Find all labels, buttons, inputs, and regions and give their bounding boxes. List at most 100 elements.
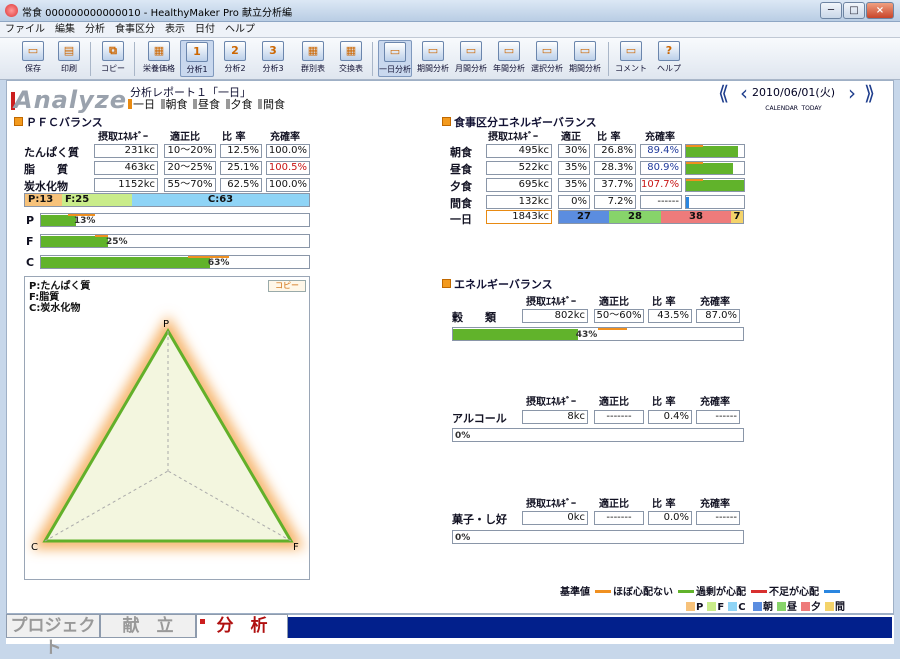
tab-project[interactable]: プロジェクト — [6, 614, 100, 658]
energy-header-rate: 充確率 — [700, 297, 730, 308]
comment-icon: ▭ — [620, 41, 642, 61]
energy-row-label: 穀 類 — [452, 311, 496, 324]
meal-ratio-cell: 28.3% — [594, 161, 636, 175]
yearly-analysis-button[interactable]: ▭ 年間分析 — [492, 40, 526, 77]
exchange-table-button[interactable]: ▦ 交換表 — [334, 40, 368, 77]
meal-std-cell: 30% — [558, 144, 590, 158]
pfc-segment-f: F:25 — [62, 194, 132, 206]
calendar-button[interactable]: CALENDAR — [765, 105, 798, 112]
toolbar-separator — [90, 42, 91, 76]
analysis1-icon: 1 — [186, 42, 208, 62]
tab-menu[interactable]: 献 立 — [100, 614, 196, 638]
nutrition-value-button[interactable]: ▦ 栄養価格 — [142, 40, 176, 77]
meal-ratio-cell: 7.2% — [594, 195, 636, 209]
nutrition-icon: ▦ — [148, 41, 170, 61]
energy-ratio-cell: 43.5% — [648, 309, 692, 323]
radar-label-f: F — [293, 542, 299, 553]
meal-intake-cell: 695kc — [486, 178, 552, 192]
menu-date[interactable]: 日付 — [190, 22, 220, 38]
yearly-analysis-icon: ▭ — [498, 41, 520, 61]
meal-rate-bar — [685, 161, 745, 175]
menu-view[interactable]: 表示 — [160, 22, 190, 38]
copy-button[interactable]: ⧉ コピー — [96, 40, 130, 77]
close-button[interactable]: × — [866, 2, 894, 19]
day-total-label: 一日 — [450, 213, 472, 226]
analysis2-icon: 2 — [224, 41, 246, 61]
pfc-range-cell: 55～70% — [164, 178, 216, 192]
meal-std-cell: 35% — [558, 161, 590, 175]
radar-label-c: C — [31, 542, 38, 553]
energy-header-range: 適正比 — [599, 397, 629, 408]
energy-intake-cell: 8kc — [522, 410, 588, 424]
today-button[interactable]: TODAY — [801, 105, 821, 112]
minimize-button[interactable]: ─ — [820, 2, 842, 19]
current-date[interactable]: 2010/06/01(火) — [752, 84, 835, 100]
range-analysis-icon: ▭ — [574, 41, 596, 61]
save-icon: ▭ — [22, 41, 44, 61]
menu-edit[interactable]: 編集 — [50, 22, 80, 38]
daily-analysis-button[interactable]: ▭ 一日分析 — [378, 40, 412, 77]
save-button[interactable]: ▭ 保存 — [16, 40, 50, 77]
meal-rate-bar — [685, 178, 745, 192]
subtab-dinner[interactable]: 夕食 — [225, 96, 253, 112]
menu-meal-category[interactable]: 食事区分 — [110, 22, 160, 38]
toolbar-separator — [372, 42, 373, 76]
comment-button[interactable]: ▭ コメント — [614, 40, 648, 77]
toolbar-separator — [608, 42, 609, 76]
meal-std-cell: 35% — [558, 178, 590, 192]
energy-header-intake: 摂取ｴﾈﾙｷﾞｰ — [526, 499, 576, 510]
menu-file[interactable]: ファイル — [0, 22, 50, 38]
pfc-intake-cell: 1152kc — [94, 178, 158, 192]
energy-section-title: エネルギーバランス — [442, 276, 553, 292]
window-title: 常食 000000000000010 - HealthyMaker Pro 献立… — [22, 8, 293, 19]
pfc-segment-c: C:63 — [132, 194, 309, 206]
range-analysis-button[interactable]: ▭ 期間分析 — [568, 40, 602, 77]
first-day-arrow-icon[interactable]: ⟪ — [718, 83, 729, 103]
title-bar: 常食 000000000000010 - HealthyMaker Pro 献立… — [0, 0, 900, 22]
meal-header-intake: 摂取ｴﾈﾙｷﾞｰ — [488, 132, 538, 143]
group-table-button[interactable]: ▦ 群別表 — [296, 40, 330, 77]
energy-ratio-bar: 0% — [452, 428, 744, 442]
period-analysis-button[interactable]: ▭ 期間分析 — [416, 40, 450, 77]
energy-header-ratio: 比 率 — [652, 499, 676, 510]
pfc-range-cell: 20～25% — [164, 161, 216, 175]
prev-day-arrow-icon[interactable]: ‹ — [740, 83, 748, 103]
energy-intake-cell: 802kc — [522, 309, 588, 323]
pfc-row-label: 炭水化物 — [24, 180, 68, 193]
energy-header-range: 適正比 — [599, 499, 629, 510]
print-button[interactable]: ▤ 印刷 — [52, 40, 86, 77]
last-day-arrow-icon[interactable]: ⟫ — [864, 83, 875, 103]
energy-header-intake: 摂取ｴﾈﾙｷﾞｰ — [526, 297, 576, 308]
monthly-analysis-button[interactable]: ▭ 月間分析 — [454, 40, 488, 77]
analysis2-button[interactable]: 2 分析2 — [218, 40, 252, 77]
meal-ratio-cell: 37.7% — [594, 178, 636, 192]
tab-analysis[interactable]: 分 析 — [196, 614, 288, 638]
maximize-button[interactable]: □ — [843, 2, 865, 19]
analysis1-button[interactable]: 1 分析1 — [180, 40, 214, 77]
meal-row-label: 夕食 — [450, 180, 472, 193]
meal-rate-cell: 107.7% — [640, 178, 682, 192]
menu-analysis[interactable]: 分析 — [80, 22, 110, 38]
menu-help[interactable]: ヘルプ — [220, 22, 260, 38]
energy-rate-cell: ------ — [696, 410, 740, 424]
subtab-breakfast[interactable]: 朝食 — [160, 96, 188, 112]
subtab-day[interactable]: 一日 — [128, 96, 155, 112]
meal-std-cell: 0% — [558, 195, 590, 209]
group-table-icon: ▦ — [302, 41, 324, 61]
energy-range-cell: 50～60% — [594, 309, 644, 323]
meal-rate-bar — [685, 144, 745, 158]
pfc-rate-cell: 100.0% — [266, 178, 310, 192]
subtab-lunch[interactable]: 昼食 — [193, 96, 220, 112]
selected-analysis-button[interactable]: ▭ 選択分析 — [530, 40, 564, 77]
print-icon: ▤ — [58, 41, 80, 61]
analysis3-button[interactable]: 3 分析3 — [256, 40, 290, 77]
analyze-logo: Analyze — [14, 86, 127, 114]
subtab-snack[interactable]: 間食 — [258, 96, 285, 112]
pfc-header-rate: 充確率 — [270, 132, 300, 143]
pfc-header-intake: 摂取ｴﾈﾙｷﾞｰ — [98, 132, 148, 143]
energy-ratio-cell: 0.0% — [648, 511, 692, 525]
meal-header-ratio: 比 率 — [597, 132, 621, 143]
day-total-intake: 1843kc — [486, 210, 552, 224]
next-day-arrow-icon[interactable]: › — [848, 83, 856, 103]
help-button[interactable]: ? ヘルプ — [652, 40, 686, 77]
